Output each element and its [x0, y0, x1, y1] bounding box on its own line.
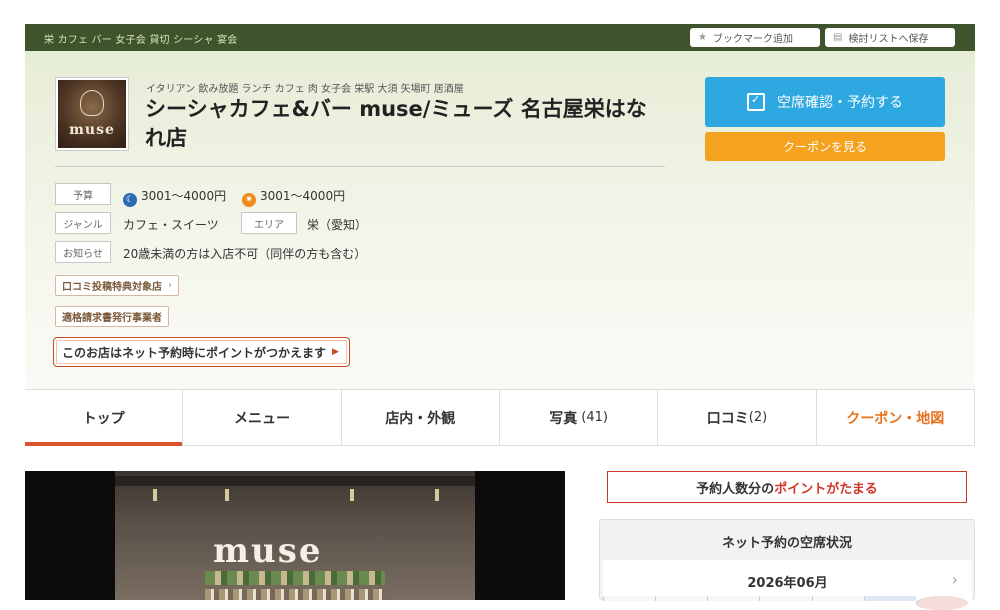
tab-interior[interactable]: 店内・外観 — [340, 390, 499, 445]
list-icon: ▤ — [833, 32, 843, 43]
notice-value: 20歳未満の方は入店不可（同伴の方も含む） — [123, 247, 367, 261]
availability-calendar: 2026年06月 › — [603, 560, 972, 610]
triangle-right-icon: ▶ — [332, 347, 339, 357]
divider — [55, 166, 665, 167]
lamp-icon — [350, 489, 354, 501]
shop-header: muse イタリアン 飲み放題 ランチ カフェ 肉 女子会 栄駅 大須 矢場町 … — [25, 51, 975, 389]
area-label: エリア — [241, 212, 297, 234]
genre-value: カフェ・スイーツ — [123, 218, 219, 232]
review-bonus-badge[interactable]: 口コミ投稿特典対象店 › — [55, 275, 180, 296]
tab-coupon-map[interactable]: クーポン・地図 — [815, 390, 975, 445]
chevron-right-icon[interactable]: › — [952, 570, 958, 589]
calendar-check-icon — [747, 93, 765, 111]
tab-top[interactable]: トップ — [25, 390, 183, 446]
calendar-weekday-row — [603, 596, 972, 610]
top-bar: 栄 カフェ バー 女子会 貸切 シーシャ 宴会 ★ ブックマーク追加 ▤ 検討リ… — [25, 24, 975, 51]
budget-dinner: ☾ 3001～4000円 — [123, 187, 226, 207]
shop-logo: muse — [55, 77, 129, 151]
availability-panel: ネット予約の空席状況 2026年06月 › — [599, 519, 975, 610]
invoice-badge: 適格請求書発行事業者 — [55, 306, 169, 327]
lamp-icon — [225, 489, 229, 501]
coupon-button[interactable]: クーポンを見る — [705, 132, 945, 161]
lamp-icon — [153, 489, 157, 501]
budget-label: 予算 — [55, 183, 111, 205]
bookmark-button[interactable]: ★ ブックマーク追加 — [690, 28, 820, 47]
logo-text: muse — [69, 122, 115, 138]
photo-sign: muse — [213, 531, 323, 571]
star-icon: ★ — [698, 32, 707, 43]
area-value: 栄（愛知） — [307, 218, 368, 232]
notice-label: お知らせ — [55, 241, 111, 263]
top-tags: 栄 カフェ バー 女子会 貸切 シーシャ 宴会 — [44, 35, 238, 46]
shop-tabs: トップ メニュー 店内・外観 写真 (41) 口コミ (2) クーポン・地図 — [25, 389, 975, 446]
points-banner[interactable]: 予約人数分の ポイントがたまる — [607, 471, 967, 503]
shop-categories: イタリアン 飲み放題 ランチ カフェ 肉 女子会 栄駅 大須 矢場町 居酒屋 — [146, 84, 464, 95]
points-usable-button[interactable]: このお店はネット予約時にポイントがつかえます ▶ — [53, 337, 350, 367]
calendar-month: 2026年06月 — [747, 576, 828, 591]
tree-icon — [80, 90, 104, 116]
availability-title: ネット予約の空席状況 — [721, 536, 852, 551]
shop-title: シーシャカフェ&バー muse/ミューズ 名古屋栄はなれ店 — [145, 97, 647, 150]
reserve-button[interactable]: 空席確認・予約する — [705, 77, 945, 127]
save-list-button[interactable]: ▤ 検討リストへ保存 — [825, 28, 955, 47]
lamp-icon — [435, 489, 439, 501]
tab-review[interactable]: 口コミ (2) — [657, 390, 815, 445]
save-list-label: 検討リストへ保存 — [848, 34, 929, 45]
tab-menu[interactable]: メニュー — [182, 390, 340, 445]
sun-icon: ✷ — [242, 193, 256, 207]
budget-lunch: ✷ 3001～4000円 — [242, 187, 345, 207]
moon-icon: ☾ — [123, 193, 137, 207]
genre-label: ジャンル — [55, 212, 111, 234]
bookmark-label: ブックマーク追加 — [712, 34, 793, 45]
shop-photo[interactable]: muse — [25, 471, 565, 600]
chevron-right-icon: › — [168, 280, 173, 291]
tab-photo[interactable]: 写真 (41) — [498, 390, 657, 445]
